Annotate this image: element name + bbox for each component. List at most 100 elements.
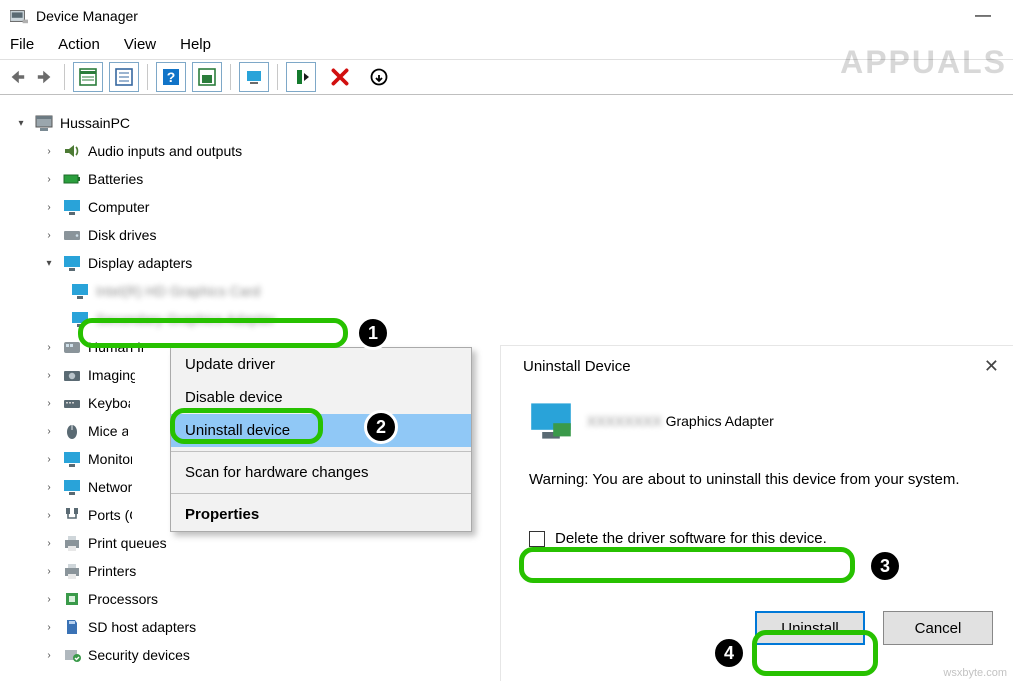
toolbar-show-hidden-button[interactable] [73,62,103,92]
ctx-scan-hardware[interactable]: Scan for hardware changes [171,456,471,489]
tree-batteries[interactable]: › Batteries [14,165,1013,193]
expand-icon[interactable]: ▾ [42,256,56,270]
device-name: XXXXXXXX Graphics Adapter [587,413,774,429]
toolbar-back-button[interactable] [6,66,28,88]
disk-icon [62,225,82,245]
tree-root[interactable]: ▾ HussainPC [14,109,1013,137]
keyboard-icon [62,393,82,413]
tree-item-label: Computer [88,199,149,215]
tree-audio[interactable]: › Audio inputs and outputs [14,137,1013,165]
expand-icon[interactable]: › [42,200,56,214]
display-icon [62,253,82,273]
toolbar-uninstall-icon[interactable] [322,66,358,88]
toolbar-forward-button[interactable] [34,66,56,88]
window-title: Device Manager [36,8,138,24]
ctx-separator [171,493,471,494]
toolbar-help-button[interactable]: ? [156,62,186,92]
monitor-icon [62,449,82,469]
ctx-properties[interactable]: Properties [171,498,471,531]
toolbar-enable-button[interactable] [286,62,316,92]
tree-item-label: Monitors [88,451,132,467]
tree-item-label: Disk drives [88,227,156,243]
uninstall-button[interactable]: Uninstall [755,611,865,645]
toolbar-disable-icon[interactable] [364,67,394,87]
printer-icon [62,533,82,553]
expand-icon[interactable]: › [42,480,56,494]
expand-icon[interactable]: › [42,424,56,438]
expand-icon[interactable]: › [42,592,56,606]
expand-icon[interactable]: › [42,396,56,410]
audio-icon [62,141,82,161]
mouse-icon [62,421,82,441]
menu-help[interactable]: Help [180,36,211,53]
expand-icon[interactable]: › [42,564,56,578]
tree-item-label: Printers [88,563,136,579]
toolbar-update-button[interactable] [239,62,269,92]
dialog-warning-text: Warning: You are about to uninstall this… [529,471,995,488]
dialog-title: Uninstall Device [523,358,631,375]
title-bar: Device Manager — [0,0,1013,32]
expand-icon[interactable]: › [42,368,56,382]
device-icon [529,399,573,443]
ctx-disable-device[interactable]: Disable device [171,381,471,414]
tree-item-label: Imaging devices [88,367,135,383]
expand-icon[interactable]: ▾ [14,116,28,130]
hid-icon [62,337,82,357]
expand-icon[interactable]: › [42,228,56,242]
tree-item-label: Display adapters [88,255,192,271]
expand-icon[interactable]: › [42,144,56,158]
minimize-button[interactable]: — [963,7,1003,25]
tree-item-label: Ports (COM & LPT) [88,507,132,523]
tree-item-label: Network adapters [88,479,132,495]
tree-item-label: Audio inputs and outputs [88,143,242,159]
ctx-uninstall-device[interactable]: Uninstall device [171,414,471,447]
uninstall-dialog: Uninstall Device ✕ XXXXXXXX Graphics Ada… [500,345,1013,681]
tree-display-item-2[interactable]: Secondary Graphics Adapter [14,305,1013,333]
tree-root-label: HussainPC [60,115,130,131]
toolbar-scan-button[interactable] [192,62,222,92]
tree-item-label: Batteries [88,171,143,187]
battery-icon [62,169,82,189]
menu-view[interactable]: View [124,36,156,53]
expand-icon[interactable]: › [42,172,56,186]
tree-computer[interactable]: › Computer [14,193,1013,221]
toolbar-properties-button[interactable] [109,62,139,92]
camera-icon [62,365,82,385]
close-icon[interactable]: ✕ [984,356,999,377]
ctx-separator [171,451,471,452]
security-icon [62,645,82,665]
monitor-icon [62,197,82,217]
network-icon [62,477,82,497]
ports-icon [62,505,82,525]
tree-display-adapters[interactable]: ▾ Display adapters [14,249,1013,277]
tree-item-label: Print queues [88,535,167,551]
expand-icon[interactable]: › [42,340,56,354]
cancel-button[interactable]: Cancel [883,611,993,645]
tree-item-label: SD host adapters [88,619,196,635]
expand-icon[interactable]: › [42,452,56,466]
delete-driver-checkbox-row[interactable]: Delete the driver software for this devi… [529,528,995,549]
ctx-update-driver[interactable]: Update driver [171,348,471,381]
checkbox-icon[interactable] [529,531,545,547]
cpu-icon [62,589,82,609]
checkbox-label: Delete the driver software for this devi… [555,530,827,547]
tree-item-label: Intel(R) HD Graphics Card [96,283,260,299]
tree-item-label: Human Interface Devices [88,339,143,355]
expand-icon[interactable]: › [42,508,56,522]
tree-display-item-1[interactable]: Intel(R) HD Graphics Card [14,277,1013,305]
expand-icon[interactable]: › [42,648,56,662]
svg-text:?: ? [167,69,176,85]
tree-item-label: Keyboards [88,395,130,411]
menu-file[interactable]: File [10,36,34,53]
display-icon [70,281,90,301]
toolbar: ? [0,59,1013,95]
expand-icon[interactable]: › [42,536,56,550]
expand-icon[interactable]: › [42,620,56,634]
menu-action[interactable]: Action [58,36,100,53]
tree-item-label: Security devices [88,647,190,663]
display-icon [70,309,90,329]
printer-icon [62,561,82,581]
sd-icon [62,617,82,637]
tree-disk[interactable]: › Disk drives [14,221,1013,249]
tree-item-label: Mice and other pointing devices [88,423,128,439]
